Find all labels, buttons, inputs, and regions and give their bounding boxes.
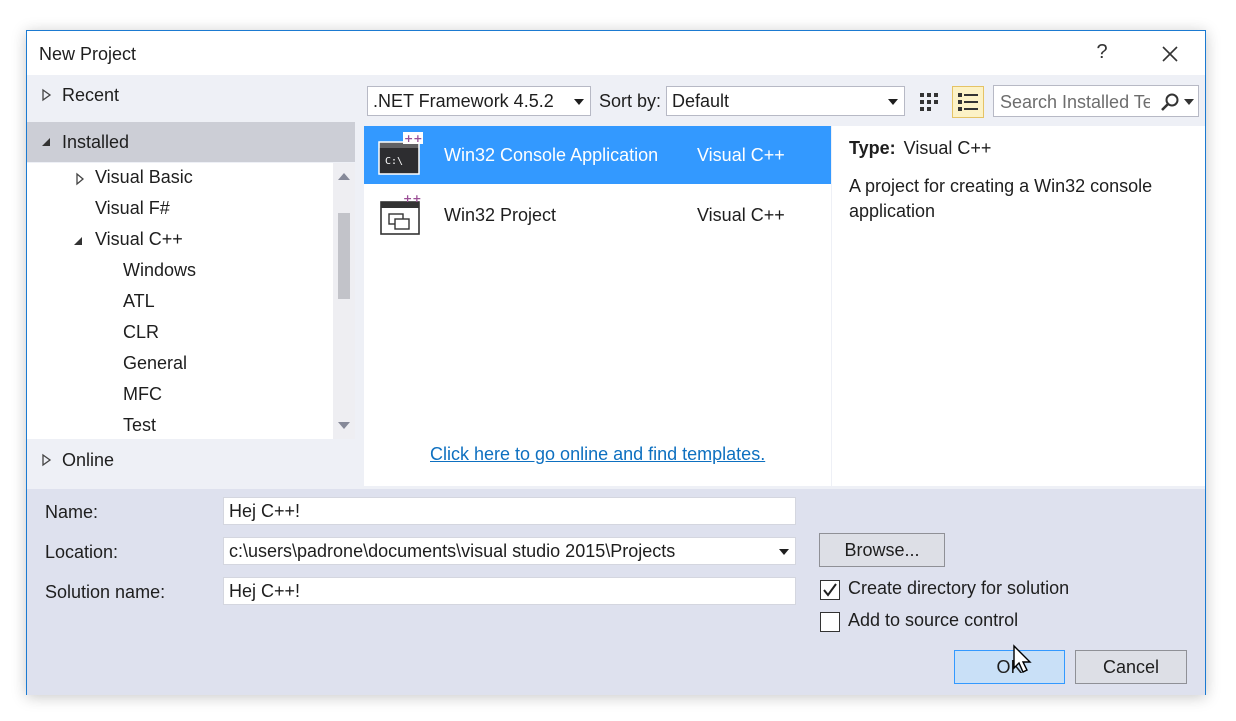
template-row-win32-console[interactable]: C:\ ++ Win32 Console Application Visual … bbox=[364, 126, 831, 184]
tree-item-label: ATL bbox=[123, 291, 155, 311]
tree-item-label: Visual F# bbox=[95, 198, 170, 218]
template-toolbar: .NET Framework 4.5.2 Sort by: Default bbox=[367, 85, 1199, 121]
expand-arrow-icon bbox=[76, 172, 85, 186]
create-directory-checkbox[interactable] bbox=[820, 580, 840, 600]
svg-text:C:\: C:\ bbox=[385, 156, 403, 167]
template-name: Win32 Console Application bbox=[444, 145, 659, 165]
tree-item-label: Visual C++ bbox=[95, 229, 183, 249]
source-control-checkbox[interactable] bbox=[820, 612, 840, 632]
chevron-down-icon bbox=[779, 549, 789, 555]
sort-value: Default bbox=[672, 91, 730, 111]
console-app-icon: C:\ ++ bbox=[378, 132, 423, 175]
tree-node-recent[interactable]: Recent bbox=[27, 75, 355, 115]
dialog-title: New Project bbox=[39, 44, 137, 64]
close-icon[interactable] bbox=[1155, 39, 1185, 69]
chevron-down-icon[interactable] bbox=[1184, 99, 1194, 105]
expand-arrow-icon bbox=[42, 453, 52, 467]
template-type: Type: Visual C++ bbox=[849, 138, 991, 159]
mouse-cursor-icon bbox=[1013, 644, 1032, 673]
sort-dropdown[interactable]: Default bbox=[666, 86, 905, 116]
framework-value: .NET Framework 4.5.2 bbox=[373, 91, 554, 111]
type-value: Visual C++ bbox=[903, 138, 992, 158]
tree-node-installed[interactable]: Installed bbox=[27, 122, 355, 162]
collapse-arrow-icon bbox=[74, 237, 82, 245]
search-icon[interactable] bbox=[1160, 92, 1180, 112]
checkmark-icon bbox=[823, 583, 837, 597]
template-tree: Recent Installed Visual Basic Visual F# bbox=[27, 75, 357, 488]
name-value: Hej C++! bbox=[229, 501, 301, 521]
template-description: Type: Visual C++ A project for creating a… bbox=[832, 126, 1205, 486]
collapse-arrow-icon bbox=[42, 138, 50, 146]
sort-by-label: Sort by: bbox=[599, 91, 662, 111]
name-label: Name: bbox=[45, 502, 99, 522]
tree-item-label: General bbox=[123, 353, 188, 373]
online-templates-link[interactable]: Click here to go online and find templat… bbox=[430, 444, 765, 465]
template-language: Visual C++ bbox=[697, 205, 785, 225]
tree-item-label: CLR bbox=[123, 322, 160, 342]
list-view-icon bbox=[958, 93, 978, 111]
new-project-dialog: New Project ? Recent Installed Visual Ba… bbox=[26, 30, 1206, 695]
scroll-down-icon[interactable] bbox=[337, 421, 351, 431]
solution-name-value: Hej C++! bbox=[229, 581, 301, 601]
list-view-button[interactable] bbox=[952, 86, 984, 118]
browse-button[interactable]: Browse... bbox=[819, 533, 945, 567]
title-bar: New Project ? bbox=[27, 31, 1205, 75]
search-input[interactable] bbox=[1000, 91, 1150, 113]
tree-label-installed: Installed bbox=[62, 132, 130, 152]
tree-item-label: Test bbox=[123, 415, 157, 435]
template-language: Visual C++ bbox=[697, 145, 785, 165]
scroll-up-icon[interactable] bbox=[337, 171, 351, 181]
ok-button[interactable]: OK bbox=[954, 650, 1065, 684]
template-row-win32-project[interactable]: ++ Win32 Project Visual C++ bbox=[364, 186, 831, 244]
installed-template-list: Visual Basic Visual F# Visual C++ Window… bbox=[27, 163, 355, 439]
help-button[interactable]: ? bbox=[1090, 41, 1114, 65]
create-directory-label: Create directory for solution bbox=[848, 578, 1070, 598]
win32-project-icon: ++ bbox=[380, 192, 421, 235]
solution-name-label: Solution name: bbox=[45, 582, 166, 602]
solution-name-field[interactable]: Hej C++! bbox=[223, 577, 796, 605]
location-value: c:\users\padrone\documents\visual studio… bbox=[229, 541, 676, 561]
name-field[interactable]: Hej C++! bbox=[223, 497, 796, 525]
location-dropdown[interactable]: c:\users\padrone\documents\visual studio… bbox=[223, 537, 796, 565]
template-name: Win32 Project bbox=[444, 205, 557, 225]
source-control-label: Add to source control bbox=[848, 610, 1019, 630]
description-text: A project for creating a Win32 console a… bbox=[849, 176, 1153, 221]
tree-item-label: MFC bbox=[123, 384, 162, 404]
search-templates-box[interactable] bbox=[993, 85, 1199, 117]
svg-text:++: ++ bbox=[403, 192, 421, 205]
template-list: C:\ ++ Win32 Console Application Visual … bbox=[364, 126, 831, 486]
framework-dropdown[interactable]: .NET Framework 4.5.2 bbox=[367, 86, 591, 116]
tree-scrollbar[interactable] bbox=[333, 163, 355, 439]
small-icons-view-button[interactable] bbox=[913, 86, 945, 118]
location-label: Location: bbox=[45, 542, 119, 562]
svg-text:++: ++ bbox=[404, 132, 422, 145]
chevron-down-icon bbox=[574, 99, 584, 105]
expand-arrow-icon bbox=[42, 88, 52, 102]
tree-item-label: Windows bbox=[123, 260, 197, 280]
grid-view-icon bbox=[920, 93, 938, 111]
scroll-thumb[interactable] bbox=[338, 213, 350, 299]
chevron-down-icon bbox=[888, 99, 898, 105]
tree-node-online[interactable]: Online bbox=[27, 440, 355, 480]
tree-item-label: Visual Basic bbox=[95, 167, 193, 187]
tree-label-online: Online bbox=[62, 450, 115, 470]
tree-label-recent: Recent bbox=[62, 85, 120, 105]
cancel-button[interactable]: Cancel bbox=[1075, 650, 1187, 684]
type-label: Type: bbox=[849, 138, 896, 158]
